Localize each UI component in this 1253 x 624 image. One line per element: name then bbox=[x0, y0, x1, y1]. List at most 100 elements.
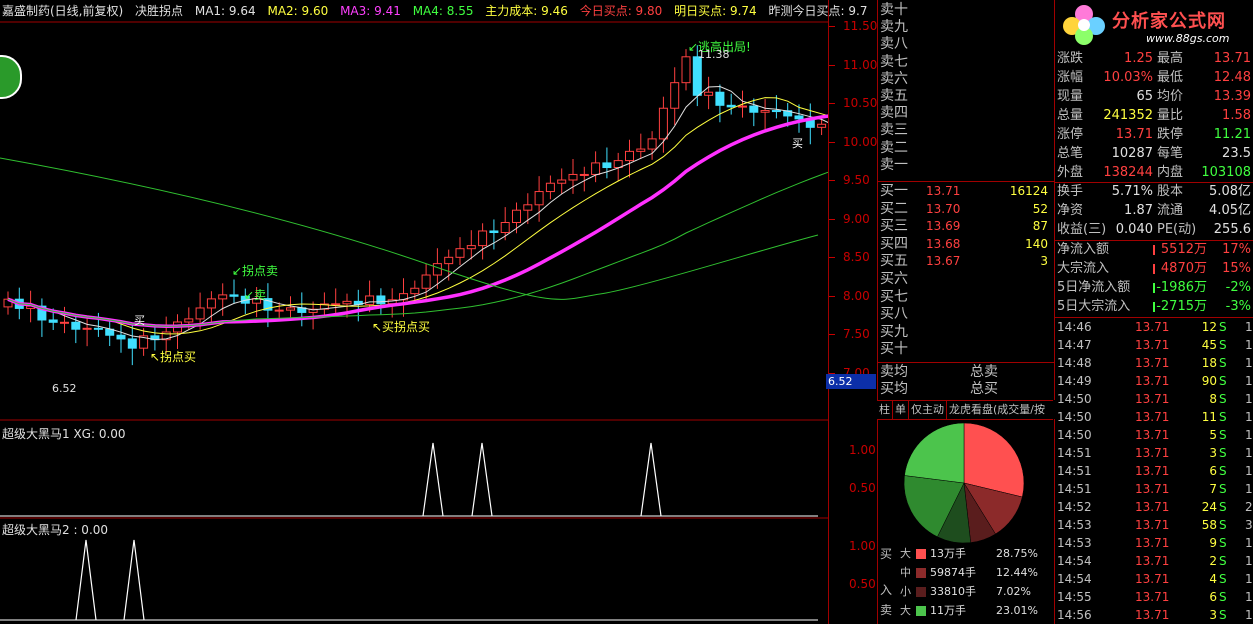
tick-row[interactable]: 14:56 13.71 3 S 1 bbox=[1057, 606, 1253, 624]
order-book: 卖十 卖九 卖八 卖七 卖六 卖五 卖四 卖三 卖二 卖一 买一 13.71 16124 买二 13.70 5… bbox=[877, 0, 1055, 400]
level-label: 卖四 bbox=[880, 105, 908, 122]
current-price-tag: 6.52 bbox=[826, 374, 876, 389]
stat-key: 外盘 bbox=[1057, 165, 1084, 180]
kline-chart-area[interactable]: 嘉盛制药(日线,前复权) 决胜拐点 MA1: 9.64 MA2: 9.60 MA… bbox=[0, 0, 867, 624]
tick-time: 14:46 bbox=[1057, 320, 1092, 334]
flow-percent: 7.02% bbox=[996, 585, 1031, 598]
tick-row[interactable]: 14:47 13.71 45 S 1 bbox=[1057, 336, 1253, 354]
tick-row[interactable]: 14:51 13.71 6 S 1 bbox=[1057, 462, 1253, 480]
tick-time: 14:55 bbox=[1057, 590, 1092, 604]
tick-count: 1 bbox=[1245, 554, 1253, 568]
tick-row[interactable]: 14:50 13.71 11 S 1 bbox=[1057, 408, 1253, 426]
quote-stat-row: 总量 241352 量比 1.58 bbox=[1057, 107, 1251, 125]
stat-key: 最高 bbox=[1157, 51, 1184, 66]
tick-price: 13.71 bbox=[1135, 446, 1170, 460]
logo-url[interactable]: www.88gs.com bbox=[1146, 32, 1229, 45]
price-axis: 11.50 11.00 10.50 10.00 9.50 9.00 8.50 8.00 7.50… bbox=[828, 0, 877, 624]
ma1-value: MA1: 9.64 bbox=[194, 4, 256, 18]
tick-price: 13.71 bbox=[1135, 572, 1170, 586]
stat-value: 138244 bbox=[1103, 165, 1153, 180]
level-label: 买六 bbox=[880, 271, 908, 287]
level-label: 买五 bbox=[880, 253, 908, 270]
signal-pulse bbox=[471, 442, 493, 517]
avg-label: 卖均 bbox=[880, 364, 908, 380]
stat-key: 涨跌 bbox=[1057, 51, 1084, 66]
level-volume: 3 bbox=[1040, 254, 1048, 269]
tick-row[interactable]: 14:49 13.71 90 S 1 bbox=[1057, 372, 1253, 390]
candle-body bbox=[817, 123, 827, 128]
candle-body bbox=[534, 191, 544, 206]
stat-key: 均价 bbox=[1157, 89, 1184, 104]
tab-bar[interactable]: 柱 bbox=[877, 401, 893, 419]
ask-level: 卖十 bbox=[880, 2, 1052, 18]
tick-time: 14:50 bbox=[1057, 428, 1092, 442]
tick-price: 13.71 bbox=[1135, 374, 1170, 388]
tick-row[interactable]: 14:53 13.71 58 S 3 bbox=[1057, 516, 1253, 534]
fund-key: 5日大宗流入 bbox=[1057, 299, 1131, 314]
tick-count: 1 bbox=[1245, 392, 1253, 406]
flow-color-swatch bbox=[916, 606, 926, 616]
bid-level: 买三 13.69 87 bbox=[880, 218, 1052, 234]
tick-price: 13.71 bbox=[1135, 554, 1170, 568]
stat-key: 涨幅 bbox=[1057, 70, 1084, 85]
tick-row[interactable]: 14:53 13.71 9 S 1 bbox=[1057, 534, 1253, 552]
level-price: 13.69 bbox=[926, 219, 961, 234]
flow-size: 中 bbox=[900, 566, 911, 579]
sell-summary: 卖均 总卖 bbox=[880, 364, 1052, 380]
order-book-divider bbox=[878, 181, 1054, 182]
stat-key: 量比 bbox=[1157, 108, 1184, 123]
stat-value: 1.87 bbox=[1124, 203, 1153, 218]
flow-row: 大 11万手 23.01% bbox=[878, 602, 1054, 620]
ask-level: 卖二 bbox=[880, 140, 1052, 156]
tick-row[interactable]: 14:46 13.71 12 S 1 bbox=[1057, 318, 1253, 336]
annotation-turn-buy: ↖拐点买 bbox=[150, 350, 197, 364]
tick-volume: 8 bbox=[1209, 392, 1217, 406]
candle-body bbox=[512, 209, 521, 224]
tick-time: 14:56 bbox=[1057, 608, 1092, 622]
level-price: 13.70 bbox=[926, 201, 961, 216]
tick-row[interactable]: 14:51 13.71 7 S 1 bbox=[1057, 480, 1253, 498]
kline-svg[interactable] bbox=[0, 0, 828, 624]
tick-row[interactable]: 14:55 13.71 6 S 1 bbox=[1057, 588, 1253, 606]
level-label: 买二 bbox=[880, 200, 908, 217]
tab-dragon-tiger[interactable]: 龙虎看盘(成交量/按 bbox=[947, 401, 1047, 419]
tick-row[interactable]: 14:54 13.71 4 S 1 bbox=[1057, 570, 1253, 588]
tick-volume: 90 bbox=[1201, 374, 1217, 388]
tick-row[interactable]: 14:51 13.71 3 S 1 bbox=[1057, 444, 1253, 462]
level-price: 13.68 bbox=[926, 236, 961, 251]
tick-row[interactable]: 14:50 13.71 8 S 1 bbox=[1057, 390, 1253, 408]
fund-value: -1986万 bbox=[1156, 280, 1207, 295]
flow-color-swatch bbox=[916, 549, 926, 559]
tick-side: S bbox=[1219, 446, 1227, 460]
flow-percent: 28.75% bbox=[996, 547, 1038, 560]
stat-key: 跌停 bbox=[1157, 127, 1184, 142]
candle-body bbox=[116, 334, 126, 340]
tick-row[interactable]: 14:48 13.71 18 S 1 bbox=[1057, 354, 1253, 372]
tick-price: 13.71 bbox=[1135, 590, 1170, 604]
annotation-buy-turn-buy: ↖买拐点买 bbox=[372, 320, 431, 334]
tick-side: S bbox=[1219, 608, 1227, 622]
tick-row[interactable]: 14:50 13.71 5 S 1 bbox=[1057, 426, 1253, 444]
tick-price: 13.71 bbox=[1135, 338, 1170, 352]
level-label: 卖十 bbox=[880, 2, 908, 18]
avg-label: 买均 bbox=[880, 381, 908, 397]
tick-count: 1 bbox=[1245, 572, 1253, 586]
tick-time: 14:50 bbox=[1057, 392, 1092, 406]
tab-single[interactable]: 单 bbox=[893, 401, 909, 419]
tab-active-only[interactable]: 仅主动 bbox=[909, 401, 947, 419]
tick-count: 1 bbox=[1245, 608, 1253, 622]
sub-indicator-1-title: 超级大黑马1 XG: 0.00 bbox=[2, 427, 126, 441]
fund-percent: -3% bbox=[1225, 299, 1251, 314]
level-label: 卖五 bbox=[880, 88, 908, 104]
candle-body bbox=[331, 303, 341, 306]
candle-body bbox=[195, 307, 205, 320]
tick-time: 14:51 bbox=[1057, 464, 1092, 478]
tick-count: 1 bbox=[1245, 446, 1253, 460]
tick-row[interactable]: 14:52 13.71 24 S 2 bbox=[1057, 498, 1253, 516]
tick-price: 13.71 bbox=[1135, 356, 1170, 370]
quote-stat-row: 外盘 138244 内盘 103108 bbox=[1057, 164, 1251, 182]
tick-row[interactable]: 14:54 13.71 2 S 1 bbox=[1057, 552, 1253, 570]
stat-key: 最低 bbox=[1157, 70, 1184, 85]
candle-body bbox=[794, 115, 804, 120]
tick-time: 14:49 bbox=[1057, 374, 1092, 388]
